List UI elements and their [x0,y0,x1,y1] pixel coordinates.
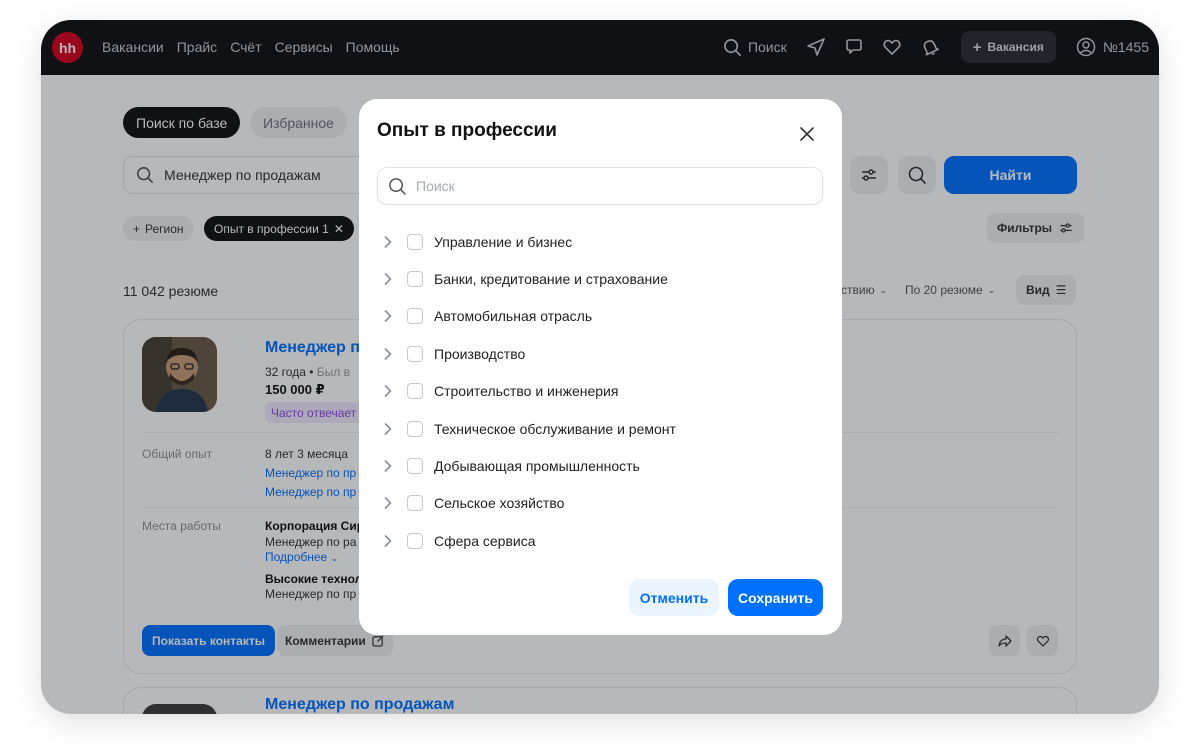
close-icon[interactable] [796,123,818,145]
experience-modal: Опыт в профессии Управление и бизнес Бан… [359,99,842,635]
save-button[interactable]: Сохранить [728,579,823,616]
checkbox[interactable] [407,458,423,475]
list-item[interactable]: Управление и бизнес [377,223,823,260]
cancel-button[interactable]: Отменить [629,579,719,616]
profession-list: Управление и бизнес Банки, кредитование … [377,223,823,560]
checkbox[interactable] [407,233,423,250]
modal-search-field[interactable] [377,167,823,205]
list-item-label: Банки, кредитование и страхование [434,271,668,288]
list-item-label: Сфера сервиса [434,532,536,549]
chevron-right-icon[interactable] [379,270,397,288]
list-item[interactable]: Сфера сервиса [377,522,823,559]
list-item-label: Управление и бизнес [434,233,573,250]
modal-search-input[interactable] [416,178,796,194]
search-icon [389,177,406,195]
checkbox[interactable] [407,383,423,400]
list-item[interactable]: Строительство и инженерия [377,373,823,410]
chevron-right-icon[interactable] [379,532,397,550]
list-item[interactable]: Техническое обслуживание и ремонт [377,410,823,447]
app-window: hh Вакансии Прайс Счёт Сервисы Помощь По… [41,20,1159,714]
chevron-right-icon[interactable] [379,345,397,363]
checkbox[interactable] [407,345,423,362]
checkbox[interactable] [407,532,423,549]
chevron-right-icon[interactable] [379,307,397,325]
list-item[interactable]: Сельское хозяйство [377,485,823,522]
list-item[interactable]: Банки, кредитование и страхование [377,260,823,297]
chevron-right-icon[interactable] [379,382,397,400]
list-item-label: Автомобильная отрасль [434,308,593,325]
list-item-label: Сельское хозяйство [434,495,565,512]
chevron-right-icon[interactable] [379,457,397,475]
list-item-label: Техническое обслуживание и ремонт [434,420,676,437]
checkbox[interactable] [407,495,423,512]
list-item[interactable]: Производство [377,335,823,372]
list-item[interactable]: Автомобильная отрасль [377,298,823,335]
chevron-right-icon[interactable] [379,420,397,438]
list-item-label: Строительство и инженерия [434,383,619,400]
chevron-right-icon[interactable] [379,494,397,512]
list-item-label: Добывающая промышленность [434,458,640,475]
list-item[interactable]: Добывающая промышленность [377,447,823,484]
checkbox[interactable] [407,271,423,288]
modal-title: Опыт в профессии [377,120,557,141]
list-item-label: Производство [434,345,526,362]
checkbox[interactable] [407,420,423,437]
checkbox[interactable] [407,308,423,325]
chevron-right-icon[interactable] [379,233,397,251]
